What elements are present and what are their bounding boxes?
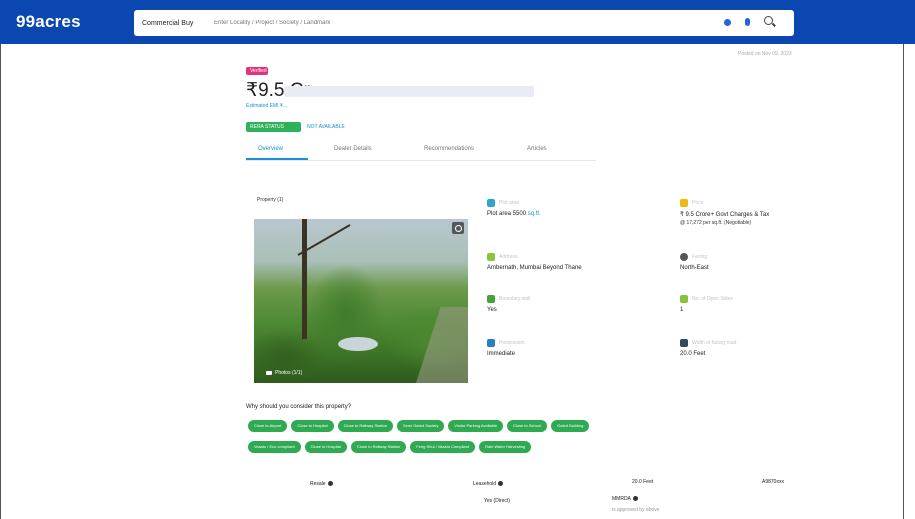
area-icon (487, 199, 495, 207)
detail-value: Yes (487, 307, 497, 313)
ownership-type: Leasehold (473, 481, 504, 487)
detail-value: Immediate (487, 351, 516, 357)
property-code: A9870xxx (762, 479, 784, 485)
photo-water (338, 337, 378, 351)
amenity-chip[interactable]: Rain Water Harvesting (479, 441, 532, 453)
address-icon (487, 253, 495, 261)
amenity-chip[interactable]: Visitor Parking Available (448, 420, 504, 432)
rera-link[interactable]: NOT AVAILABLE (307, 124, 345, 130)
tabs-divider (246, 160, 596, 161)
rera-status-badge: RERA STATUS (246, 122, 301, 132)
detail-value: ₹ 9.5 Crore+ Govt Charges & Tax (680, 212, 770, 218)
tab-dealer-details[interactable]: Dealer Details (334, 146, 372, 152)
detail-label: Price (692, 200, 704, 206)
detail-label: Width of facing road (692, 340, 737, 346)
detail-value: 20.0 Feet (680, 351, 706, 357)
approving-authority: MMRDA (612, 496, 638, 502)
amenity-chip[interactable]: Close to Railway Station (350, 441, 407, 453)
detail-label: Address (499, 254, 518, 260)
tab-articles[interactable]: Articles (527, 146, 547, 152)
tab-recommendations[interactable]: Recommendations (424, 146, 474, 152)
amenity-chip[interactable]: Close to Airport (248, 420, 288, 432)
road-icon (680, 339, 688, 347)
amenity-chip[interactable]: Semi Gated Society (396, 420, 445, 432)
amenities-row-2: Vaastu / Eco compliant Close to Hospital… (248, 441, 532, 453)
photo-tree-trunk (302, 219, 307, 339)
detail-value: 1 (680, 307, 684, 313)
site-logo[interactable]: 99acres (16, 12, 81, 32)
open-sides-icon (680, 295, 688, 303)
possession-icon (487, 339, 495, 347)
search-category-select[interactable]: Commercial Buy (134, 20, 214, 27)
info-icon[interactable] (327, 481, 333, 487)
amenities-row-1: Close to Airport Close to Hospital Close… (248, 420, 590, 432)
detail-label: Boundary wall (499, 296, 531, 302)
photo-count-label: Photos (1/1) (275, 370, 303, 376)
search-icon[interactable] (764, 16, 776, 28)
amenity-chip[interactable]: Feng Shui / Vaastu Compliant (410, 441, 476, 453)
detail-value: Plot area 5500 sq.ft. (487, 211, 541, 217)
amenity-chip[interactable]: Close to Railway Station (337, 420, 393, 432)
amenity-chip[interactable]: Close to Hospital (304, 441, 347, 453)
photo-count[interactable]: Photos (1/1) (266, 370, 302, 376)
search-input[interactable] (214, 20, 694, 26)
amenity-chip[interactable]: Vaastu / Eco compliant (248, 441, 301, 453)
left-border (0, 44, 1, 519)
search-bar[interactable]: Commercial Buy (134, 10, 794, 36)
road-width-bottom: 20.0 Feet (632, 479, 654, 485)
camera-icon (266, 371, 272, 375)
photos-label: Property (1) (257, 197, 284, 203)
mic-icon[interactable] (745, 18, 750, 26)
detail-label: No. of Open Sides (692, 296, 733, 302)
tab-overview[interactable]: Overview (258, 146, 283, 152)
detail-label: Possession (499, 340, 525, 346)
direct-status: Yes (Direct) (484, 498, 510, 504)
detail-label: Plot area (499, 200, 520, 206)
boundary-icon (487, 295, 495, 303)
detail-value: North-East (680, 265, 709, 271)
amenity-chip[interactable]: Gated Building (551, 420, 590, 432)
posted-date: Posted on Nov 09, 2023 (738, 51, 792, 57)
info-icon[interactable] (632, 496, 638, 502)
detail-value: Ambernath, Mumbai Beyond Thane (487, 265, 582, 271)
amenity-chip[interactable]: Close to School (507, 420, 548, 432)
property-photo[interactable]: Photos (1/1) (254, 219, 468, 383)
info-icon[interactable] (498, 481, 504, 487)
verified-badge: Verified (246, 67, 268, 75)
detail-value-secondary: @ 17,272 per sq.ft. (Negotiable) (680, 220, 752, 226)
amenity-chip[interactable]: Close to Hospital (291, 420, 334, 432)
location-icon[interactable] (724, 18, 731, 26)
facing-icon (680, 253, 688, 261)
price-subtitle-placeholder (284, 86, 534, 97)
photo-path (411, 307, 468, 383)
transaction-type: Resale (310, 481, 333, 487)
price-icon (680, 199, 688, 207)
why-consider-heading: Why should you consider this property? (246, 404, 352, 410)
top-header: 99acres Commercial Buy (0, 0, 915, 44)
zoom-icon[interactable] (452, 222, 464, 234)
detail-label: Facing (692, 254, 708, 260)
approved-note: is approved by above (612, 507, 660, 513)
right-border (903, 44, 904, 519)
emi-link[interactable]: Estimated EMI ₹... (246, 103, 287, 109)
